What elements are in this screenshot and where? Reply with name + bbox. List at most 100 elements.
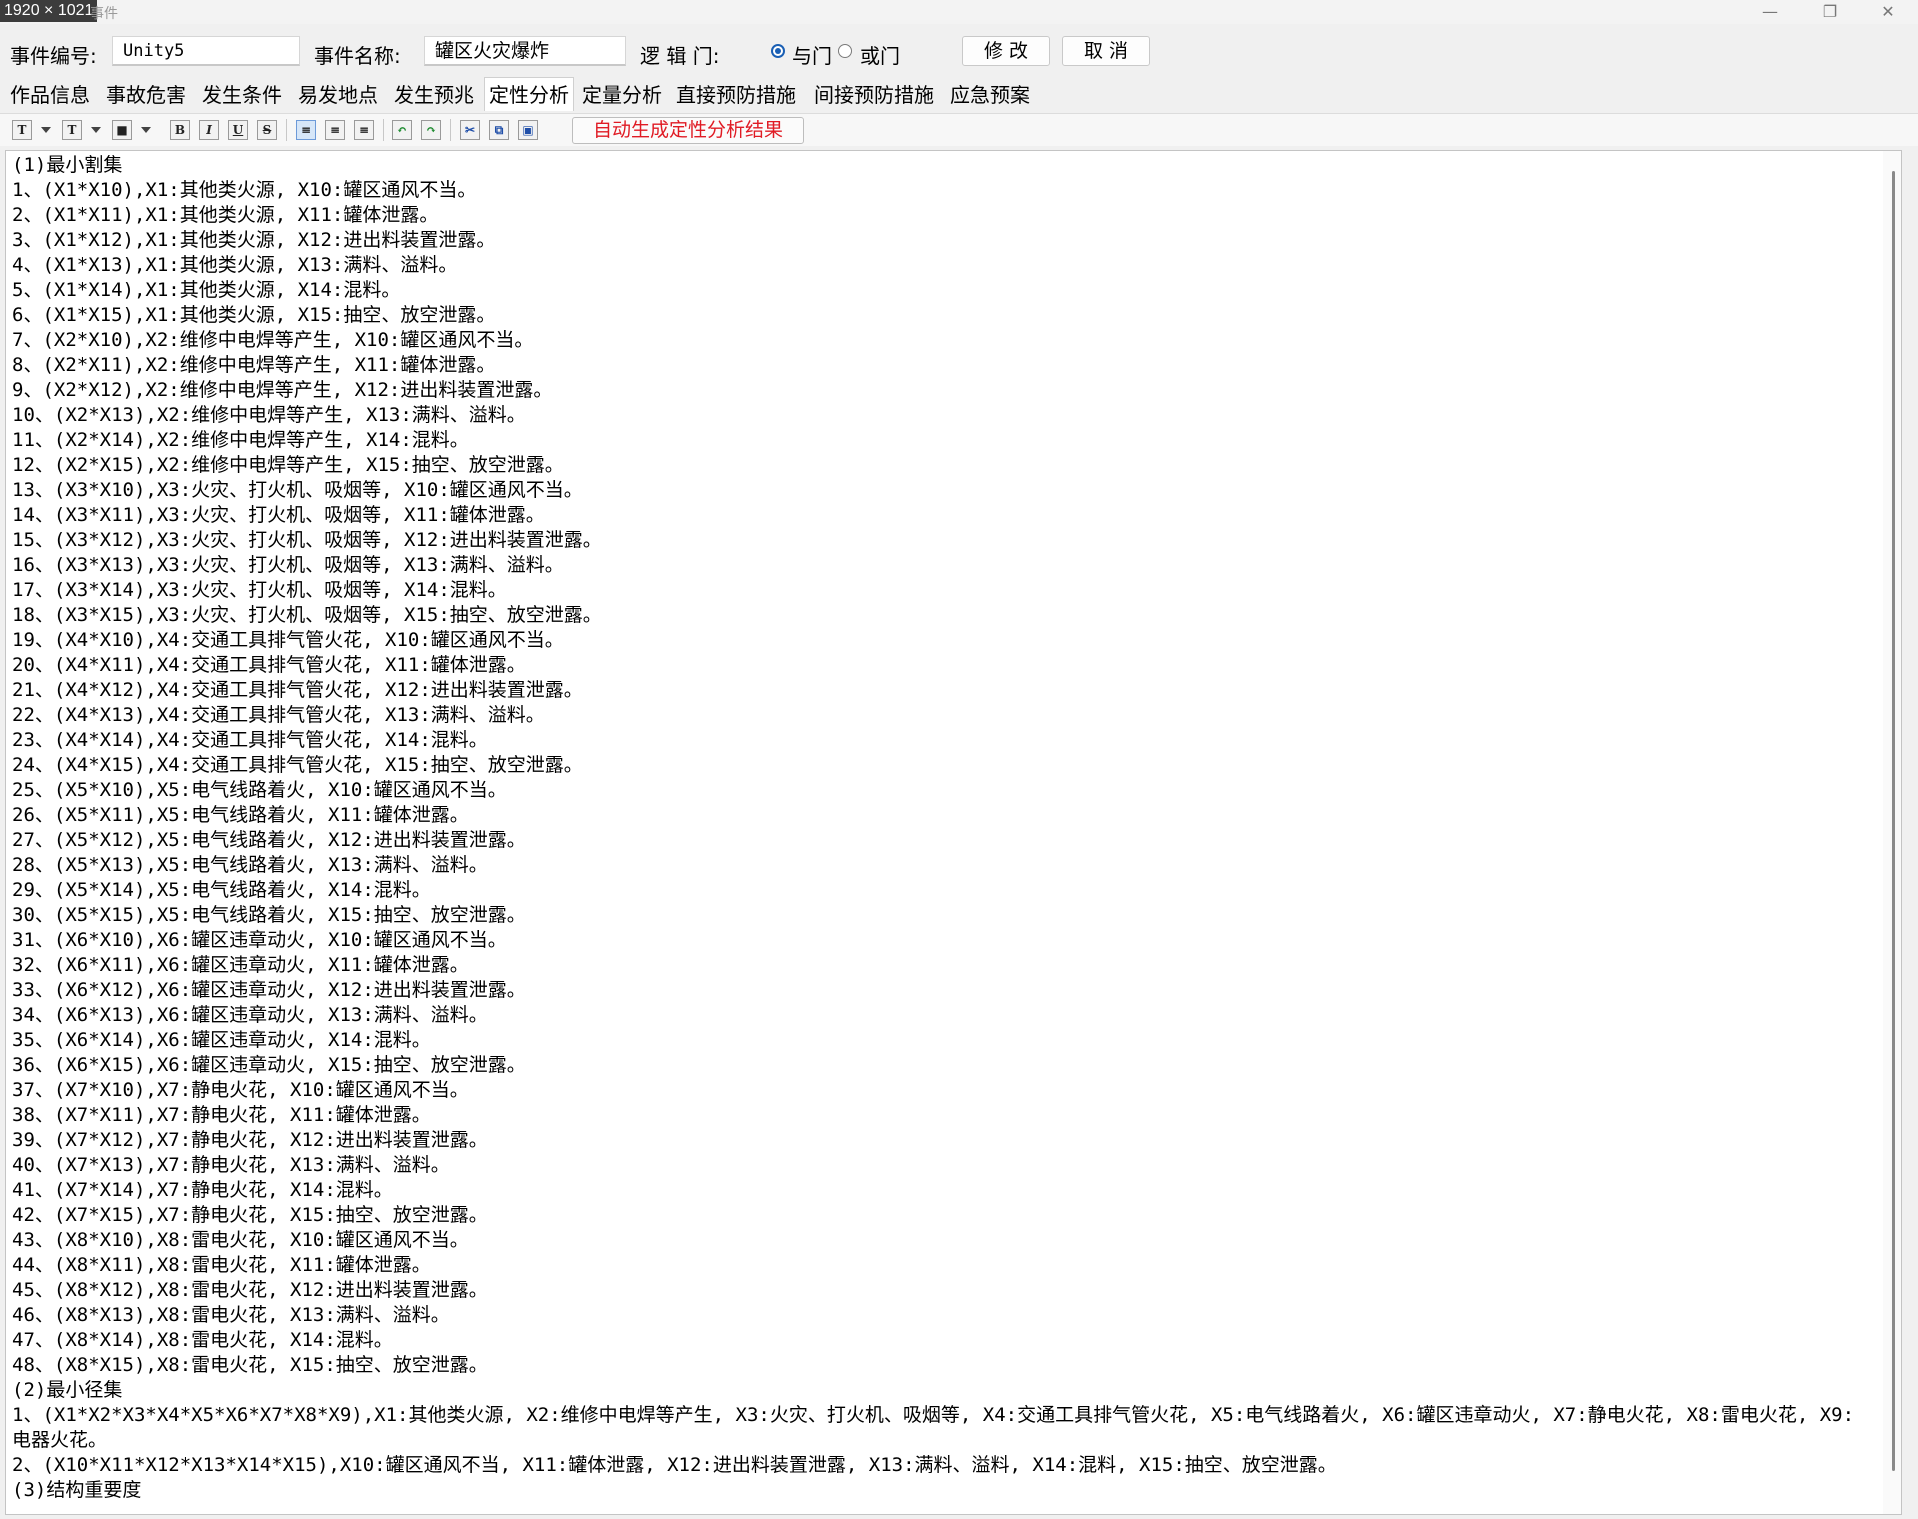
- cut-set-line: 14、(X3*X11),X3:火灾、打火机、吸烟等, X11:罐体泄露。: [12, 504, 545, 526]
- font-dropdown-icon[interactable]: [41, 127, 51, 133]
- undo-icon[interactable]: ↶: [392, 120, 412, 140]
- toolbar-divider: [286, 119, 287, 141]
- cut-set-line: 35、(X6*X14),X6:罐区违章动火, X14:混料。: [12, 1029, 431, 1051]
- gate-or-radio[interactable]: [838, 44, 852, 58]
- cut-set-line: 6、(X1*X15),X1:其他类火源, X15:抽空、放空泄露。: [12, 304, 496, 326]
- italic-icon[interactable]: I: [199, 120, 219, 140]
- gate-and-radio[interactable]: [771, 44, 785, 58]
- tab-accident-hazard[interactable]: 事故危害: [102, 80, 190, 110]
- cut-set-line: 9、(X2*X12),X2:维修中电焊等产生, X12:进出料装置泄露。: [12, 379, 553, 401]
- cut-set-line: 23、(X4*X14),X4:交通工具排气管火花, X14:混料。: [12, 729, 488, 751]
- gate-and-label[interactable]: 与门: [792, 40, 832, 69]
- cut-set-line: 11、(X2*X14),X2:维修中电焊等产生, X14:混料。: [12, 429, 469, 451]
- cut-set-line: 5、(X1*X14),X1:其他类火源, X14:混料。: [12, 279, 401, 301]
- tab-indirect-prevention[interactable]: 间接预防措施: [810, 80, 938, 110]
- copy-icon[interactable]: ⧉: [489, 120, 509, 140]
- cut-set-line: 17、(X3*X14),X3:火灾、打火机、吸烟等, X14:混料。: [12, 579, 507, 601]
- cut-set-line: 30、(X5*X15),X5:电气线路着火, X15:抽空、放空泄露。: [12, 904, 526, 926]
- section-heading: (1)最小割集: [12, 154, 123, 176]
- redo-icon[interactable]: ↷: [421, 120, 441, 140]
- cut-set-line: 2、(X1*X11),X1:其他类火源, X11:罐体泄露。: [12, 204, 439, 226]
- vertical-scrollbar[interactable]: [1883, 151, 1901, 1514]
- cut-set-line: 22、(X4*X13),X4:交通工具排气管火花, X13:满料、溢料。: [12, 704, 545, 726]
- tab-prone-locations[interactable]: 易发地点: [294, 80, 382, 110]
- align-left-icon[interactable]: ≡: [296, 120, 316, 140]
- cut-set-line: 31、(X6*X10),X6:罐区违章动火, X10:罐区通风不当。: [12, 929, 507, 951]
- gate-or-label[interactable]: 或门: [860, 40, 900, 69]
- event-header: 事件编号: Unity5 事件名称: 罐区火灾爆炸 逻 辑 门: 与门 或门 修…: [0, 30, 1918, 74]
- color-icon[interactable]: ■: [112, 120, 132, 140]
- close-icon[interactable]: ✕: [1866, 0, 1910, 24]
- modify-button[interactable]: 修 改: [962, 36, 1050, 66]
- cut-set-line: 26、(X5*X11),X5:电气线路着火, X11:罐体泄露。: [12, 804, 469, 826]
- section-heading: (2)最小径集: [12, 1379, 123, 1401]
- cut-set-line: 25、(X5*X10),X5:电气线路着火, X10:罐区通风不当。: [12, 779, 507, 801]
- align-center-icon[interactable]: ≡: [325, 120, 345, 140]
- scrollbar-thumb[interactable]: [1892, 171, 1895, 1471]
- cut-set-line: 15、(X3*X12),X3:火灾、打火机、吸烟等, X12:进出料装置泄露。: [12, 529, 602, 551]
- cut-set-line: 4、(X1*X13),X1:其他类火源, X13:满料、溢料。: [12, 254, 458, 276]
- cut-set-line: 21、(X4*X12),X4:交通工具排气管火花, X12:进出料装置泄露。: [12, 679, 583, 701]
- cut-set-line: 24、(X4*X15),X4:交通工具排气管火花, X15:抽空、放空泄露。: [12, 754, 583, 776]
- cut-set-line: 39、(X7*X12),X7:静电火花, X12:进出料装置泄露。: [12, 1129, 488, 1151]
- tab-work-info[interactable]: 作品信息: [6, 80, 94, 110]
- cut-set-line: 44、(X8*X11),X8:雷电火花, X11:罐体泄露。: [12, 1254, 431, 1276]
- window-title: 事件: [90, 6, 118, 22]
- maximize-icon[interactable]: ❐: [1808, 0, 1852, 24]
- cancel-button[interactable]: 取 消: [1062, 36, 1150, 66]
- cut-set-line: 33、(X6*X12),X6:罐区违章动火, X12:进出料装置泄露。: [12, 979, 526, 1001]
- paste-icon[interactable]: ▣: [518, 120, 538, 140]
- cut-set-line: 47、(X8*X14),X8:雷电火花, X14:混料。: [12, 1329, 393, 1351]
- cut-set-line: 18、(X3*X15),X3:火灾、打火机、吸烟等, X15:抽空、放空泄露。: [12, 604, 602, 626]
- format-toolbar: T T ■ B I U S ≡ ≡ ≡ ↶ ↷ ✂ ⧉ ▣ 自动生成定性分析结果: [0, 113, 1918, 146]
- editor-content[interactable]: (1)最小割集 1、(X1*X10),X1:其他类火源, X10:罐区通风不当。 2…: [12, 153, 1872, 1503]
- path-set-line: 2、(X10*X11*X12*X13*X14*X15),X10:罐区通风不当, …: [12, 1454, 1337, 1476]
- cut-set-line: 29、(X5*X14),X5:电气线路着火, X14:混料。: [12, 879, 431, 901]
- bold-icon[interactable]: B: [170, 120, 190, 140]
- strikethrough-icon[interactable]: S: [257, 120, 277, 140]
- cut-set-line: 19、(X4*X10),X4:交通工具排气管火花, X10:罐区通风不当。: [12, 629, 564, 651]
- event-id-field[interactable]: Unity5: [112, 36, 300, 66]
- cut-set-line: 40、(X7*X13),X7:静电火花, X13:满料、溢料。: [12, 1154, 450, 1176]
- tab-emergency-plan[interactable]: 应急预案: [946, 80, 1034, 110]
- cut-set-line: 8、(X2*X11),X2:维修中电焊等产生, X11:罐体泄露。: [12, 354, 496, 376]
- cut-set-line: 32、(X6*X11),X6:罐区违章动火, X11:罐体泄露。: [12, 954, 469, 976]
- cut-icon[interactable]: ✂: [460, 120, 480, 140]
- tab-conditions[interactable]: 发生条件: [198, 80, 286, 110]
- cut-set-line: 38、(X7*X11),X7:静电火花, X11:罐体泄露。: [12, 1104, 431, 1126]
- font-size-icon[interactable]: T: [62, 120, 82, 140]
- minimize-icon[interactable]: —: [1748, 0, 1792, 24]
- generate-analysis-button[interactable]: 自动生成定性分析结果: [572, 117, 804, 144]
- cut-set-line: 45、(X8*X12),X8:雷电火花, X12:进出料装置泄露。: [12, 1279, 488, 1301]
- cut-set-line: 36、(X6*X15),X6:罐区违章动火, X15:抽空、放空泄露。: [12, 1054, 526, 1076]
- path-set-line: 1、(X1*X2*X3*X4*X5*X6*X7*X8*X9),X1:其他类火源,…: [12, 1404, 1855, 1451]
- analysis-editor[interactable]: (1)最小割集 1、(X1*X10),X1:其他类火源, X10:罐区通风不当。 2…: [5, 150, 1902, 1515]
- tab-qualitative-analysis[interactable]: 定性分析: [484, 77, 574, 111]
- font-size-dropdown-icon[interactable]: [91, 127, 101, 133]
- size-badge: 1920 × 1021: [0, 0, 98, 22]
- font-icon[interactable]: T: [12, 120, 32, 140]
- cut-set-line: 37、(X7*X10),X7:静电火花, X10:罐区通风不当。: [12, 1079, 469, 1101]
- cut-set-line: 46、(X8*X13),X8:雷电火花, X13:满料、溢料。: [12, 1304, 450, 1326]
- align-right-icon[interactable]: ≡: [354, 120, 374, 140]
- cut-set-line: 43、(X8*X10),X8:雷电火花, X10:罐区通风不当。: [12, 1229, 469, 1251]
- cut-set-line: 41、(X7*X14),X7:静电火花, X14:混料。: [12, 1179, 393, 1201]
- tab-quantitative-analysis[interactable]: 定量分析: [578, 80, 666, 110]
- cut-set-line: 34、(X6*X13),X6:罐区违章动火, X13:满料、溢料。: [12, 1004, 488, 1026]
- tab-direct-prevention[interactable]: 直接预防措施: [672, 80, 800, 110]
- cut-set-line: 10、(X2*X13),X2:维修中电焊等产生, X13:满料、溢料。: [12, 404, 526, 426]
- cut-set-line: 3、(X1*X12),X1:其他类火源, X12:进出料装置泄露。: [12, 229, 496, 251]
- cut-set-line: 12、(X2*X15),X2:维修中电焊等产生, X15:抽空、放空泄露。: [12, 454, 564, 476]
- cut-set-line: 7、(X2*X10),X2:维修中电焊等产生, X10:罐区通风不当。: [12, 329, 534, 351]
- color-dropdown-icon[interactable]: [141, 127, 151, 133]
- cut-set-line: 27、(X5*X12),X5:电气线路着火, X12:进出料装置泄露。: [12, 829, 526, 851]
- tab-precursors[interactable]: 发生预兆: [390, 80, 478, 110]
- title-bar: 1920 × 1021 事件 — ❐ ✕: [0, 0, 1918, 24]
- toolbar-divider: [450, 119, 451, 141]
- cut-set-line: 1、(X1*X10),X1:其他类火源, X10:罐区通风不当。: [12, 179, 477, 201]
- underline-icon[interactable]: U: [228, 120, 248, 140]
- structure-importance-heading: (3)结构重要度: [12, 1479, 142, 1501]
- event-name-field[interactable]: 罐区火灾爆炸: [424, 36, 626, 66]
- event-id-label: 事件编号:: [10, 44, 97, 68]
- logic-gate-label: 逻 辑 门:: [640, 44, 720, 68]
